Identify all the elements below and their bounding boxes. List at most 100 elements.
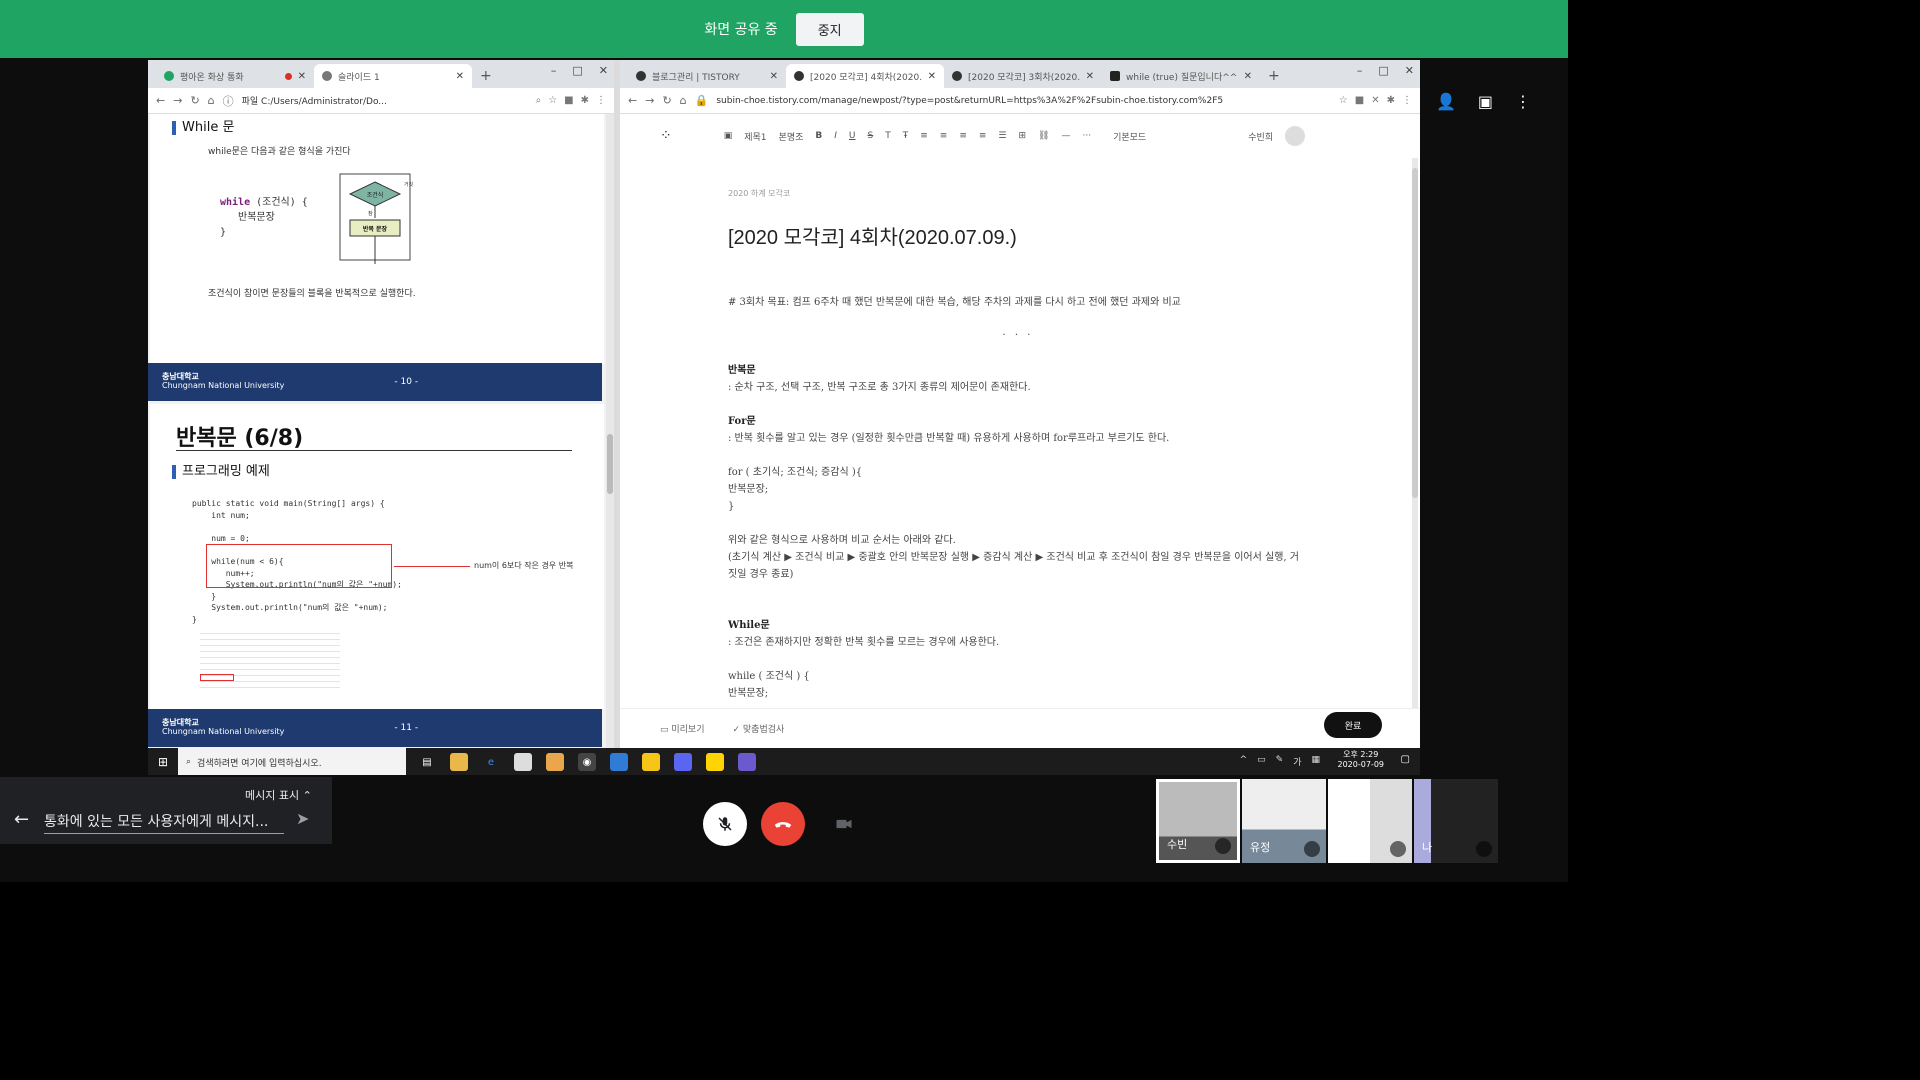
stop-sharing-button[interactable]: 중지 bbox=[795, 12, 864, 46]
tab-question[interactable]: while (true) 질문입니다^^ | 프 ✕ bbox=[1102, 64, 1260, 88]
network-icon[interactable]: ▭ bbox=[1257, 755, 1266, 768]
font-select[interactable]: 본명조 bbox=[779, 130, 804, 143]
avatar[interactable] bbox=[1285, 126, 1306, 146]
mute-icon[interactable]: ✕ bbox=[1371, 95, 1379, 106]
close-icon[interactable]: ✕ bbox=[456, 71, 464, 82]
star-icon[interactable]: ☆ bbox=[1339, 95, 1348, 106]
scroll-thumb[interactable] bbox=[1412, 168, 1418, 498]
kakaotalk-icon[interactable] bbox=[706, 753, 724, 771]
extension-icon[interactable]: ■ bbox=[1355, 95, 1364, 106]
maximize-icon[interactable]: □ bbox=[572, 64, 582, 77]
new-tab-button[interactable]: + bbox=[1260, 68, 1288, 88]
close-icon[interactable]: ✕ bbox=[1086, 71, 1094, 82]
table-icon[interactable]: ⊞ bbox=[1019, 131, 1027, 141]
strike-icon[interactable]: S bbox=[868, 131, 874, 141]
reload-icon[interactable]: ↻ bbox=[190, 94, 199, 107]
mail-icon[interactable] bbox=[610, 753, 628, 771]
italic-icon[interactable]: I bbox=[834, 131, 837, 141]
pen-icon[interactable]: ✎ bbox=[1276, 755, 1284, 768]
mode-select[interactable]: 기본모드 bbox=[1113, 130, 1146, 143]
file-explorer-icon[interactable] bbox=[450, 753, 468, 771]
editor-scrollbar[interactable] bbox=[1412, 158, 1418, 708]
edge-icon[interactable]: e bbox=[482, 753, 500, 771]
puzzle-icon[interactable]: ✱ bbox=[581, 95, 589, 106]
forward-icon[interactable]: → bbox=[645, 94, 654, 107]
show-messages-toggle[interactable]: 메시지 표시 ⌃ bbox=[245, 787, 312, 803]
chrome-icon[interactable]: ◉ bbox=[578, 753, 596, 771]
star-icon[interactable]: ☆ bbox=[548, 95, 557, 106]
more-icon[interactable]: ··· bbox=[1082, 131, 1091, 141]
participant-tile[interactable]: 채윤 bbox=[1328, 779, 1412, 863]
image-icon[interactable]: ▣ bbox=[724, 131, 733, 141]
minimize-icon[interactable]: – bbox=[551, 64, 557, 77]
chat-message-input[interactable]: 통화에 있는 모든 사용자에게 메시지... bbox=[44, 811, 284, 834]
tab-blog-admin[interactable]: 블로그관리 | TISTORY ✕ bbox=[628, 64, 786, 88]
done-button[interactable]: 완료 bbox=[1324, 712, 1382, 738]
tab-video-call[interactable]: 평아온 화상 통화 ✕ bbox=[156, 64, 314, 88]
close-window-icon[interactable]: ✕ bbox=[599, 64, 608, 77]
bold-icon[interactable]: B bbox=[815, 131, 822, 141]
minimize-icon[interactable]: – bbox=[1357, 64, 1363, 77]
sticky-notes-icon[interactable] bbox=[642, 753, 660, 771]
add-person-icon[interactable]: 👤 bbox=[1436, 92, 1456, 111]
url-field[interactable]: subin-choe.tistory.com/manage/newpost/?t… bbox=[716, 96, 1330, 106]
spellcheck-button[interactable]: ✓ 맞춤법검사 bbox=[733, 722, 785, 735]
close-window-icon[interactable]: ✕ bbox=[1405, 64, 1414, 77]
windows-start-icon[interactable]: ⊞ bbox=[148, 755, 178, 769]
back-icon[interactable]: ← bbox=[156, 94, 165, 107]
more-options-icon[interactable]: ⋮ bbox=[1515, 92, 1531, 111]
keyboard-icon[interactable]: ▦ bbox=[1311, 755, 1320, 768]
reload-icon[interactable]: ↻ bbox=[662, 94, 671, 107]
zoom-icon[interactable]: ⌕ bbox=[536, 95, 542, 106]
post-title[interactable]: [2020 모각코] 4회차(2020.07.09.) bbox=[728, 221, 1308, 250]
menu-icon[interactable]: ⋮ bbox=[1402, 95, 1412, 106]
chevron-up-icon[interactable]: ^ bbox=[1240, 755, 1248, 768]
text-color-icon[interactable]: T bbox=[885, 131, 891, 141]
home-icon[interactable]: ⌂ bbox=[208, 94, 215, 107]
back-icon[interactable]: ← bbox=[628, 94, 637, 107]
notification-icon[interactable]: ▢ bbox=[1401, 754, 1410, 765]
close-icon[interactable]: ✕ bbox=[1244, 71, 1252, 82]
tistory-logo-icon[interactable]: ⁘ bbox=[660, 128, 672, 144]
list-icon[interactable]: ☰ bbox=[998, 131, 1006, 141]
menu-icon[interactable]: ⋮ bbox=[596, 95, 606, 106]
tab-post-3[interactable]: [2020 모각코] 3회차(2020.07.0 ✕ bbox=[944, 64, 1102, 88]
align-right-icon[interactable]: ≡ bbox=[959, 131, 967, 141]
extension-icon[interactable]: ■ bbox=[564, 95, 573, 106]
maximize-icon[interactable]: □ bbox=[1378, 64, 1388, 77]
taskbar-clock[interactable]: 오후 2:29 2020-07-09 bbox=[1338, 750, 1385, 769]
task-view-icon[interactable]: ▤ bbox=[418, 753, 436, 771]
justify-icon[interactable]: ≡ bbox=[979, 131, 987, 141]
text-bg-icon[interactable]: Ŧ bbox=[903, 131, 909, 141]
preview-button[interactable]: ▭ 미리보기 bbox=[660, 722, 705, 735]
divider-icon[interactable]: — bbox=[1061, 131, 1070, 141]
participant-tile[interactable]: 수빈 bbox=[1156, 779, 1240, 863]
mute-microphone-button[interactable] bbox=[703, 802, 747, 846]
participant-tile[interactable]: 나 bbox=[1414, 779, 1498, 863]
media-player-icon[interactable] bbox=[546, 753, 564, 771]
post-editor[interactable]: 2020 하계 모각코 [2020 모각코] 4회차(2020.07.09.) … bbox=[728, 188, 1308, 702]
send-icon[interactable]: ➤ bbox=[296, 809, 309, 828]
link-icon[interactable]: ⛓ bbox=[1038, 131, 1049, 141]
camera-button[interactable] bbox=[822, 802, 866, 846]
close-icon[interactable]: ✕ bbox=[298, 71, 306, 82]
scroll-thumb[interactable] bbox=[607, 434, 613, 494]
forward-icon[interactable]: → bbox=[173, 94, 182, 107]
app-icon[interactable] bbox=[738, 753, 756, 771]
back-arrow-icon[interactable]: ← bbox=[14, 809, 29, 830]
taskbar-search[interactable]: ⌕ 검색하려면 여기에 입력하십시오. bbox=[178, 748, 406, 775]
participant-tile[interactable]: 유정 bbox=[1242, 779, 1326, 863]
underline-icon[interactable]: U bbox=[849, 131, 856, 141]
tab-slide[interactable]: 슬라이드 1 ✕ bbox=[314, 64, 472, 88]
category-select[interactable]: 2020 하계 모각코 bbox=[728, 188, 1308, 199]
heading-select[interactable]: 제목1 bbox=[744, 130, 766, 143]
new-tab-button[interactable]: + bbox=[472, 68, 500, 88]
url-field[interactable]: 파일 C:/Users/Administrator/Do... bbox=[242, 94, 528, 107]
store-icon[interactable] bbox=[514, 753, 532, 771]
align-left-icon[interactable]: ≡ bbox=[920, 131, 928, 141]
close-icon[interactable]: ✕ bbox=[770, 71, 778, 82]
home-icon[interactable]: ⌂ bbox=[680, 94, 687, 107]
close-icon[interactable]: ✕ bbox=[928, 71, 936, 82]
align-center-icon[interactable]: ≡ bbox=[940, 131, 948, 141]
discord-icon[interactable] bbox=[674, 753, 692, 771]
